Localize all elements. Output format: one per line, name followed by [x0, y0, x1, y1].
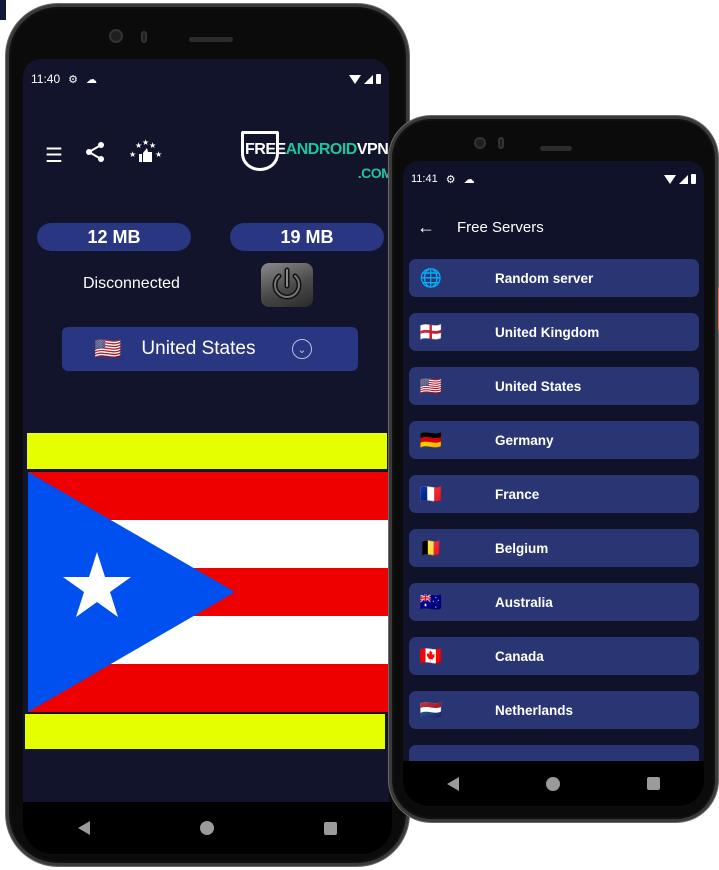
nav-recents-icon[interactable]: [324, 821, 337, 835]
banner-stripe-bottom: [25, 714, 385, 749]
connection-status: Disconnected: [83, 275, 180, 292]
server-item-germany[interactable]: 🇩🇪 Germany: [409, 421, 699, 459]
france-flag-icon: 🇫🇷: [419, 483, 443, 504]
selected-country-name: United States: [141, 338, 256, 359]
right-phone: 11:41 ⚙ ☁ ← Free Servers 🌐 Random server…: [389, 116, 719, 822]
servers-screen: 11:41 ⚙ ☁ ← Free Servers 🌐 Random server…: [403, 161, 704, 761]
server-list: 🌐 Random server 🏴󠁧󠁢󠁥󠁮󠁧󠁿 United Kingdom 🇺…: [409, 259, 699, 761]
logo-android: ANDROID: [285, 141, 358, 158]
server-name: Netherlands: [495, 702, 574, 718]
puerto-rico-flag-banner[interactable]: [28, 472, 388, 712]
power-button[interactable]: [261, 263, 313, 307]
gear-icon: ⚙: [68, 73, 79, 86]
wifi-icon: [349, 74, 361, 84]
uk-flag-icon: 🏴󠁧󠁢󠁥󠁮󠁧󠁿: [419, 321, 443, 342]
server-item-united-states[interactable]: 🇺🇸 United States: [409, 367, 699, 405]
gear-icon: ⚙: [445, 173, 456, 186]
nav-home-icon[interactable]: [200, 821, 214, 835]
toolbar: ☰ ★ ★ ★ ★ ★: [45, 138, 163, 171]
sensor: [498, 137, 504, 149]
logo-free: FREE: [245, 141, 286, 158]
server-item-united-kingdom[interactable]: 🏴󠁧󠁢󠁥󠁮󠁧󠁿 United Kingdom: [409, 313, 699, 351]
status-bar: 11:40 ⚙ ☁: [23, 69, 389, 89]
server-name: Canada: [495, 648, 544, 664]
download-usage: 12 MB: [37, 223, 191, 251]
cloud-icon: ☁: [86, 73, 98, 86]
server-item-random[interactable]: 🌐 Random server: [409, 259, 699, 297]
server-item-australia[interactable]: 🇦🇺 Australia: [409, 583, 699, 621]
server-name: Germany: [495, 432, 554, 448]
globe-icon: 🌐: [419, 267, 443, 288]
battery-icon: [691, 174, 696, 184]
server-item-canada[interactable]: 🇨🇦 Canada: [409, 637, 699, 675]
server-name: United Kingdom: [495, 324, 600, 340]
server-name: France: [495, 486, 540, 502]
logo-com: .COM: [357, 165, 389, 181]
us-flag-icon: 🇺🇸: [94, 336, 122, 361]
server-name: Australia: [495, 594, 553, 610]
nav-recents-icon[interactable]: [647, 777, 661, 790]
earpiece-speaker: [540, 146, 572, 151]
rate-icon[interactable]: ★ ★ ★ ★ ★: [127, 138, 163, 171]
page-title: Free Servers: [457, 219, 544, 236]
status-time: 11:41: [411, 173, 438, 185]
svg-text:★: ★: [155, 150, 162, 159]
status-time: 11:40: [31, 72, 61, 86]
server-name: Random server: [495, 270, 594, 286]
svg-text:★: ★: [149, 141, 156, 150]
wifi-icon: [664, 174, 676, 184]
country-selector[interactable]: 🇺🇸 United States ⌄: [62, 327, 358, 371]
signal-icon: [679, 174, 688, 184]
cloud-icon: ☁: [463, 173, 475, 186]
germany-flag-icon: 🇩🇪: [419, 429, 443, 450]
share-icon[interactable]: [85, 141, 105, 169]
belgium-flag-icon: 🇧🇪: [419, 537, 443, 558]
corner-tab: [0, 0, 6, 20]
back-arrow-icon[interactable]: ←: [417, 217, 435, 238]
server-item-belgium[interactable]: 🇧🇪 Belgium: [409, 529, 699, 567]
signal-icon: [364, 74, 373, 84]
sensor: [141, 31, 147, 43]
app-logo: FREEANDROIDVPN .COM: [241, 131, 389, 181]
left-phone: 11:40 ⚙ ☁ ☰ ★ ★ ★ ★ ★ FREEANDROIDVPN .COM: [6, 4, 409, 866]
power-icon: [272, 267, 302, 300]
nav-back-icon[interactable]: [78, 821, 90, 835]
nav-back-icon[interactable]: [446, 776, 459, 791]
server-item-france[interactable]: 🇫🇷 France: [409, 475, 699, 513]
nav-home-icon[interactable]: [545, 776, 560, 791]
chevron-down-icon: ⌄: [292, 339, 312, 359]
banner-stripe-top: [27, 433, 387, 469]
front-camera: [474, 137, 486, 149]
server-name: Belgium: [495, 540, 549, 556]
main-screen: 11:40 ⚙ ☁ ☰ ★ ★ ★ ★ ★ FREEANDROIDVPN .COM: [23, 59, 389, 802]
australia-flag-icon: 🇦🇺: [419, 591, 443, 612]
list-icon[interactable]: ☰: [45, 143, 63, 168]
svg-text:★: ★: [129, 150, 136, 159]
front-camera: [109, 29, 123, 43]
status-bar: 11:41 ⚙ ☁: [403, 169, 704, 189]
canada-flag-icon: 🇨🇦: [419, 645, 443, 666]
battery-icon: [376, 74, 381, 84]
server-name: United States: [495, 378, 582, 394]
nav-bar: [403, 761, 704, 806]
nav-bar: [23, 802, 392, 854]
server-item-partial[interactable]: [409, 745, 699, 761]
upload-usage: 19 MB: [230, 223, 384, 251]
netherlands-flag-icon: 🇳🇱: [419, 699, 443, 720]
us-flag-icon: 🇺🇸: [419, 375, 443, 396]
earpiece-speaker: [189, 37, 233, 42]
logo-vpn: VPN: [356, 141, 389, 158]
servers-header: ← Free Servers: [403, 217, 704, 238]
server-item-netherlands[interactable]: 🇳🇱 Netherlands: [409, 691, 699, 729]
